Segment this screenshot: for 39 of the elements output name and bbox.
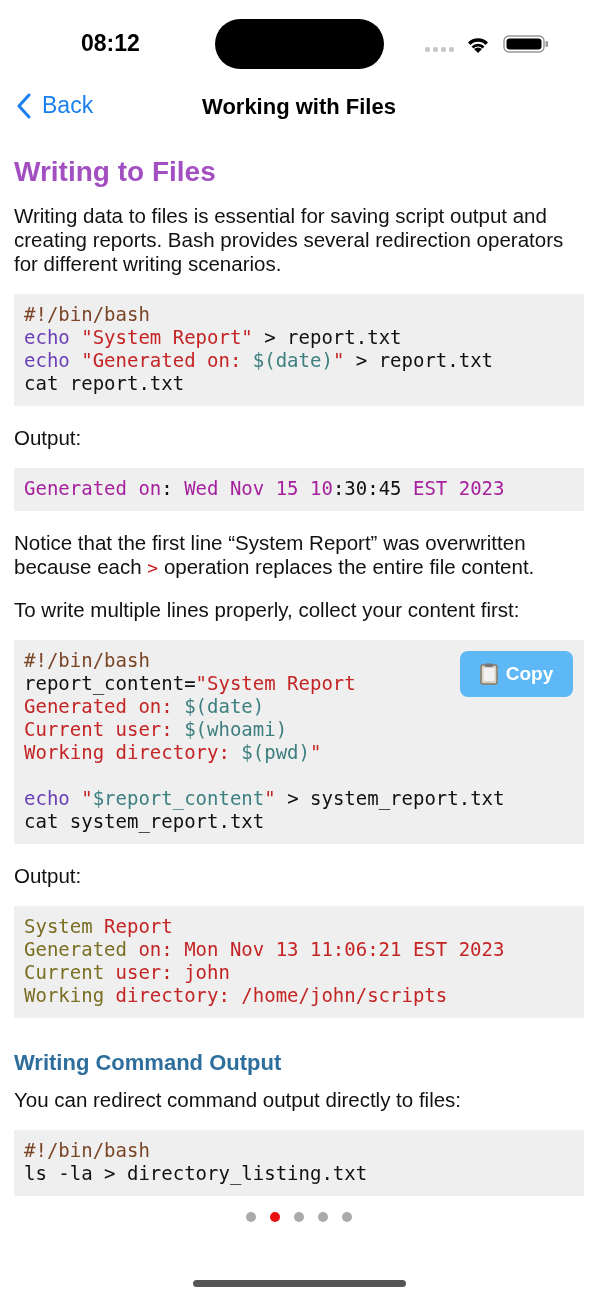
body-paragraph: Notice that the first line “System Report” was overwritten because each > operation replaces the entire file content. (14, 531, 536, 580)
body-paragraph: Output: (14, 426, 83, 450)
page-dot[interactable] (342, 1212, 352, 1222)
code-line: echo "$report_content" > system_report.txt (24, 787, 505, 810)
code-line: System Report (24, 915, 173, 938)
battery-icon (503, 35, 549, 53)
code-line: Current user: john (24, 961, 230, 984)
clipboard-icon (479, 663, 498, 685)
page-dot[interactable] (270, 1212, 280, 1222)
body-paragraph: You can redirect command output directly to files: (14, 1088, 463, 1112)
code-line: Current user: $(whoami) (24, 718, 288, 741)
signal-icon (425, 47, 454, 52)
code-line: Working directory: /home/john/scripts (24, 984, 448, 1007)
chevron-left-icon (16, 92, 32, 119)
page-dot[interactable] (318, 1212, 328, 1222)
code-line: echo "Generated on: $(date)" > report.txt (24, 349, 494, 372)
screen-title: Working with Files (202, 94, 396, 120)
body-paragraph: Output: (14, 864, 83, 888)
body-paragraph: Writing data to files is essential for saving script output and creating reports. Bash provides several redirection operators for different writing scenarios. (14, 204, 565, 276)
code-line: #!/bin/bash (24, 649, 150, 672)
code-line: Generated on: Wed Nov 15 10:30:45 EST 2023 (24, 477, 505, 500)
code-line: Working directory: $(pwd)" (24, 741, 322, 764)
code-line: #!/bin/bash (24, 303, 150, 326)
code-line: report_content="System Report (24, 672, 356, 695)
section-heading: Writing to Files (14, 156, 217, 188)
page-dot[interactable] (294, 1212, 304, 1222)
body-paragraph: To write multiple lines properly, collect your content first: (14, 598, 521, 622)
copy-button[interactable]: Copy (460, 651, 573, 697)
page-dot[interactable] (246, 1212, 256, 1222)
back-button[interactable]: Back (16, 92, 94, 119)
subsection-heading: Writing Command Output (14, 1050, 283, 1076)
code-line: ls -la > directory_listing.txt (24, 1162, 368, 1185)
code-line: Generated on: Mon Nov 13 11:06:21 EST 2023 (24, 938, 505, 961)
code-line: cat system_report.txt (24, 810, 265, 833)
code-line: echo "System Report" > report.txt (24, 326, 402, 349)
code-line: #!/bin/bash (24, 1139, 150, 1162)
status-time: 08:12 (81, 30, 140, 57)
code-line: Generated on: $(date) (24, 695, 265, 718)
code-line: cat report.txt (24, 372, 185, 395)
